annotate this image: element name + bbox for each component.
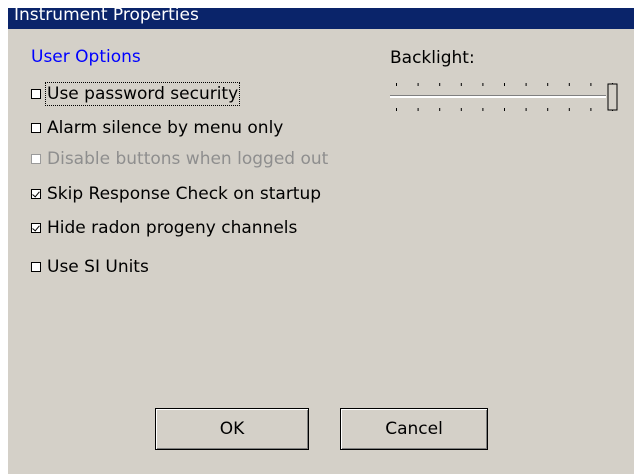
- slider-tick: [590, 108, 592, 111]
- checkbox-label: Use password security: [44, 82, 241, 106]
- checkbox-icon: [31, 123, 41, 133]
- slider-thumb[interactable]: [607, 83, 618, 111]
- slider-tick: [417, 108, 419, 111]
- slider-track: [390, 96, 606, 98]
- slider-tick: [547, 83, 549, 86]
- use-password-security-checkbox[interactable]: Use password security: [31, 82, 241, 106]
- slider-tick: [482, 108, 484, 111]
- backlight-label: Backlight:: [390, 48, 475, 68]
- instrument-properties-dialog: Instrument Properties User Options Use p…: [8, 8, 634, 474]
- slider-tick: [504, 108, 505, 111]
- slider-tick: [568, 108, 570, 111]
- slider-ticks-top: [396, 83, 613, 86]
- window-title: Instrument Properties: [14, 8, 199, 25]
- use-si-units-checkbox[interactable]: Use SI Units: [31, 256, 149, 278]
- slider-tick: [439, 83, 441, 86]
- skip-response-check-checkbox[interactable]: Skip Response Check on startup: [31, 183, 321, 205]
- checkbox-icon: [31, 154, 41, 164]
- ok-button[interactable]: OK: [155, 408, 309, 450]
- checkbox-checked-icon: [31, 223, 41, 233]
- slider-tick: [547, 108, 549, 111]
- user-options-label: User Options: [31, 47, 141, 67]
- slider-tick: [504, 83, 505, 86]
- slider-tick: [396, 83, 397, 86]
- slider-tick: [460, 83, 462, 86]
- cancel-button[interactable]: Cancel: [340, 408, 488, 450]
- slider-tick: [482, 83, 484, 86]
- slider-tick: [460, 108, 462, 111]
- checkbox-checked-icon: [31, 189, 41, 199]
- slider-tick: [439, 108, 441, 111]
- slider-track-shadow: [390, 95, 606, 96]
- slider-tick: [417, 83, 419, 86]
- checkbox-label: Skip Response Check on startup: [47, 184, 322, 204]
- slider-tick: [396, 108, 397, 111]
- slider-ticks-bottom: [396, 108, 613, 111]
- slider-tick: [568, 83, 570, 86]
- hide-radon-progeny-checkbox[interactable]: Hide radon progeny channels: [31, 217, 297, 239]
- title-bar[interactable]: Instrument Properties: [8, 8, 634, 29]
- slider-tick: [525, 108, 527, 111]
- checkbox-icon: [31, 89, 41, 99]
- slider-tick: [590, 83, 592, 86]
- checkbox-icon: [31, 262, 41, 272]
- checkbox-label: Disable buttons when logged out: [47, 149, 329, 169]
- alarm-silence-checkbox[interactable]: Alarm silence by menu only: [31, 117, 283, 139]
- disable-buttons-checkbox: Disable buttons when logged out: [31, 148, 328, 170]
- checkbox-label: Hide radon progeny channels: [47, 218, 298, 238]
- backlight-slider[interactable]: [390, 76, 620, 118]
- checkbox-label: Alarm silence by menu only: [47, 118, 284, 138]
- slider-tick: [525, 83, 527, 86]
- checkbox-label: Use SI Units: [47, 257, 149, 277]
